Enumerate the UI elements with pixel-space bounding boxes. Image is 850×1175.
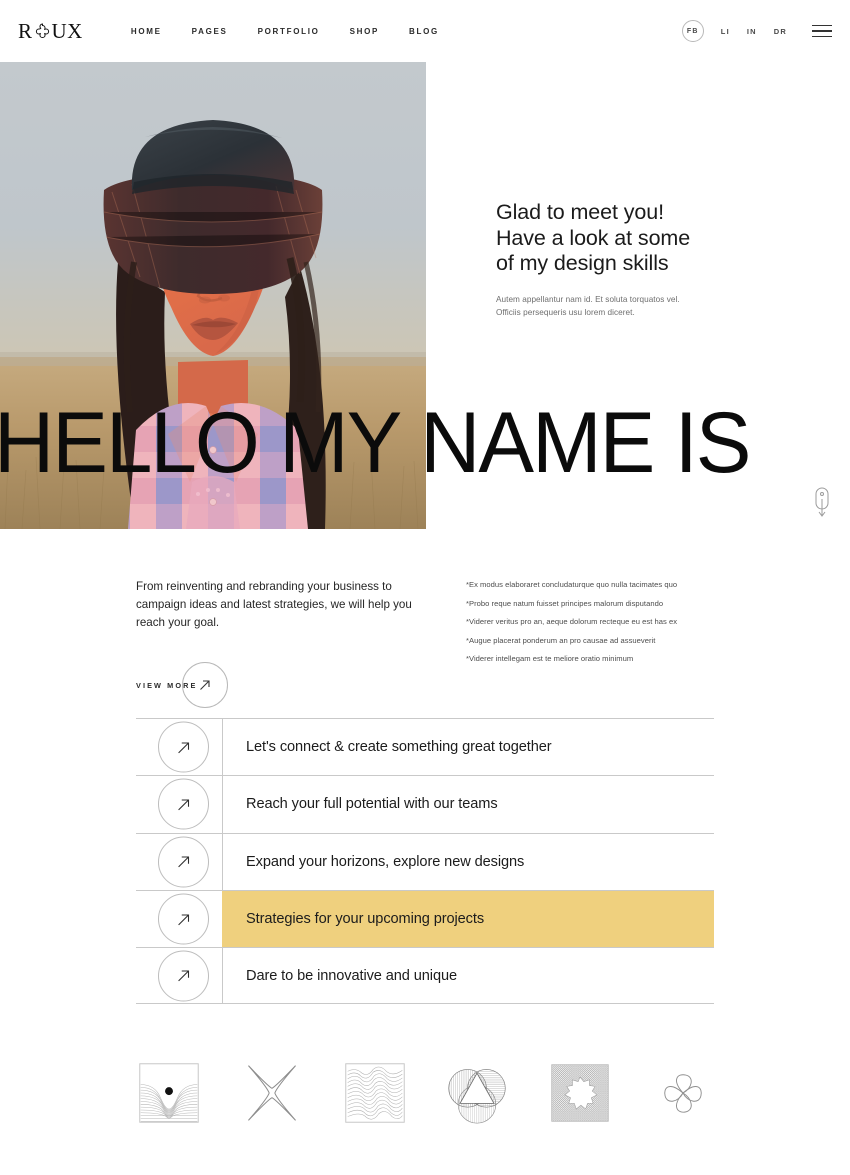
row-divider [222,719,223,776]
four-petal-flower-graphic[interactable] [650,1053,716,1133]
hero-title-line-2: Have a look at some [496,225,691,250]
arrow-up-right-icon[interactable] [158,950,209,1002]
intro-paragraph: From reinventing and rebranding your bus… [136,580,412,629]
scroll-mouse-icon[interactable] [812,487,832,521]
row-label: Reach your full potential with our teams [246,796,498,813]
list-item: *Ex modus elaboraret concludaturque quo … [466,580,678,589]
table-row[interactable]: Strategies for your upcoming projects [136,889,714,948]
arrow-up-right-icon[interactable] [158,836,209,888]
page-root: R UX HOME PAGES PORTFOLIO SHOP BLOG FB L… [0,0,850,1175]
site-header: R UX HOME PAGES PORTFOLIO SHOP BLOG FB L… [0,0,850,62]
triangle-circle-moire-graphic[interactable] [444,1053,510,1133]
list-item: *Probo reque natum fuisset principes mal… [466,598,664,608]
social-link-li[interactable]: LI [721,27,730,36]
main-nav: HOME PAGES PORTFOLIO SHOP BLOG [131,27,439,36]
table-row[interactable]: Reach your full potential with our teams [136,775,714,833]
square-burst-graphic[interactable] [547,1053,613,1133]
list-item: *Viderer veritus pro an, aeque dolorum r… [466,617,678,626]
nav-item-portfolio[interactable]: PORTFOLIO [258,27,320,36]
hero-big-headline: HELLO MY NAME IS [0,395,751,491]
hero-title-line-1: Glad to meet you! [496,200,665,224]
hero-copy-block: Glad to meet you! Have a look at some of… [496,200,816,319]
arrow-up-right-icon [198,678,212,692]
hero-title: Glad to meet you! Have a look at some of… [496,200,816,277]
row-divider [222,833,223,890]
view-more-button[interactable]: VIEW MORE [136,662,256,708]
nav-item-shop[interactable]: SHOP [350,27,379,36]
social-link-fb[interactable]: FB [681,20,704,42]
row-label: Let's connect & create something great t… [246,739,552,756]
view-more-label: VIEW MORE [136,681,198,690]
graphics-strip [136,1052,716,1134]
logo[interactable]: R UX [18,19,83,44]
social-link-in[interactable]: IN [747,27,757,36]
hero-subtext: Autem appellantur nam id. Et soluta torq… [496,293,816,319]
row-divider [222,776,223,833]
logo-text-left: R [18,18,33,43]
row-label: Strategies for your upcoming projects [246,911,485,928]
table-row[interactable]: Dare to be innovative and unique [136,947,714,1005]
intro-bullet-list: *Ex modus elaboraret concludaturque quo … [466,580,726,673]
intro-left-column: From reinventing and rebranding your bus… [136,578,426,708]
arrow-up-right-icon[interactable] [158,778,209,830]
arrow-up-right-icon[interactable] [158,721,209,773]
hero-title-line-3: of my design skills [496,251,669,275]
hamburger-menu-icon[interactable] [812,24,832,38]
logo-text-right: UX [51,18,83,43]
nav-item-pages[interactable]: PAGES [192,27,228,36]
arrow-up-right-icon[interactable] [158,893,209,945]
wave-lines-graphic[interactable] [342,1053,408,1133]
table-row[interactable]: Expand your horizons, explore new design… [136,832,714,890]
gravity-well-dot-graphic[interactable] [136,1053,202,1133]
list-item: *Augue placerat ponderum an pro causae a… [466,635,656,645]
nav-item-home[interactable]: HOME [131,27,162,36]
hero-subtext-line-2: Officiis persequeris usu lorem diceret. [496,307,635,317]
header-social-group: FB LI IN DR [681,20,832,42]
hero-subtext-line-1: Autem appellantur nam id. Et soluta torq… [496,294,680,304]
quatrefoil-icon [33,22,52,41]
row-label: Dare to be innovative and unique [246,967,457,984]
nav-item-blog[interactable]: BLOG [409,27,439,36]
table-row[interactable]: Let's connect & create something great t… [136,718,714,776]
link-list: Let's connect & create something great t… [136,718,714,1005]
list-item: *Viderer intellegam est te meliore orati… [466,654,634,663]
four-point-star-graphic[interactable] [239,1053,305,1133]
row-label: Expand your horizons, explore new design… [246,853,525,870]
row-divider [222,948,223,1004]
social-link-dr[interactable]: DR [774,27,787,36]
hero-section: Glad to meet you! Have a look at some of… [0,62,850,532]
